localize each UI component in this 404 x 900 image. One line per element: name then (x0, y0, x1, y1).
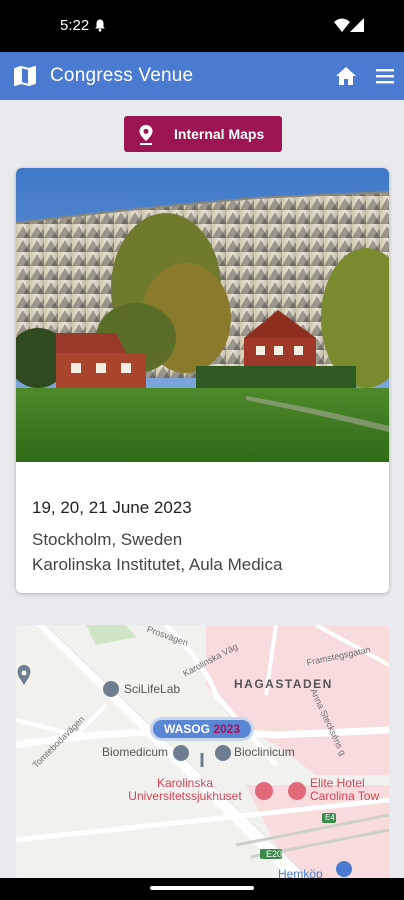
marker-year: 2023 (213, 722, 241, 736)
location-pin-icon (139, 125, 153, 145)
event-venue: Karolinska Institutet, Aula Medica (32, 555, 283, 574)
event-city: Stockholm, Sweden (32, 530, 183, 549)
map-road-label: E20 (266, 849, 283, 859)
map-poi-label: Elite Hotel Carolina Tow (310, 776, 380, 803)
map-poi-label: SciLifeLab (124, 682, 181, 696)
page-title: Congress Venue (50, 65, 194, 86)
map-poi-label: Biomedicum (102, 745, 169, 759)
venue-map[interactable]: Prosvägen Karolinska Väg Framstegsgatan … (16, 625, 389, 885)
app-bar: Congress Venue (0, 52, 404, 100)
marker-name: WASOG (163, 722, 210, 736)
event-date: 19, 20, 21 June 2023 (32, 498, 192, 517)
notification-bell-icon (95, 19, 105, 32)
venue-map-marker[interactable]: WASOG 2023 (150, 717, 254, 741)
signal-icon (350, 18, 364, 32)
map-poi-label: Karolinska Universitetssjukhuset (128, 776, 242, 803)
map-icon (14, 66, 36, 86)
wifi-icon (334, 18, 350, 32)
map-area-label: HAGASTADEN (234, 677, 333, 691)
venue-photo (16, 168, 389, 462)
status-bar: 5:22 (0, 0, 404, 52)
internal-maps-label: Internal Maps (174, 126, 265, 142)
internal-maps-button[interactable]: Internal Maps (124, 116, 282, 152)
map-poi-label: Bioclinicum (234, 745, 295, 759)
home-gesture-handle[interactable] (150, 886, 254, 890)
status-time: 5:22 (60, 17, 90, 34)
home-icon[interactable] (335, 66, 357, 86)
map-road-label: E4 (325, 813, 335, 822)
venue-card: 19, 20, 21 June 2023 Stockholm, Sweden K… (16, 168, 389, 593)
system-nav-bar (0, 878, 404, 900)
menu-icon[interactable] (374, 67, 396, 85)
